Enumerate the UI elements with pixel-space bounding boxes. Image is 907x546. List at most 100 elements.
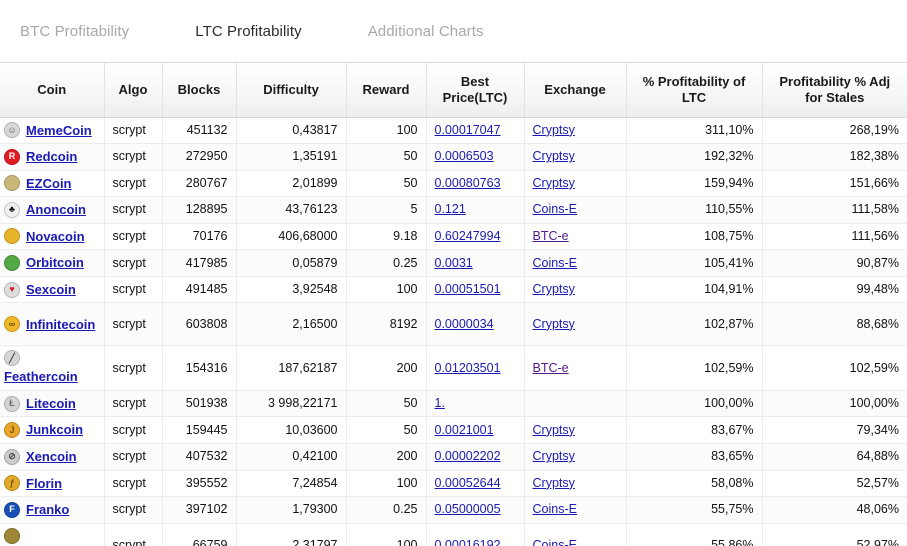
best-price-link[interactable]: 0.00080763 — [435, 176, 501, 190]
ezcoin-icon — [4, 175, 20, 192]
best-price-link[interactable]: 0.0021001 — [435, 423, 494, 437]
profitability-table: Coin Algo Blocks Difficulty Reward Best … — [0, 63, 907, 546]
coin-name-link[interactable]: Infinitecoin — [26, 316, 95, 334]
profitability-table-wrapper: Coin Algo Blocks Difficulty Reward Best … — [0, 62, 907, 546]
coin-name-link[interactable]: Feathercoin — [4, 368, 78, 386]
profitability-cell: 159,94% — [626, 170, 763, 198]
best-price-link[interactable]: 0.121 — [435, 202, 466, 216]
coin-name-link[interactable]: Florin — [26, 475, 62, 493]
coin-name-link[interactable]: Junkcoin — [26, 421, 83, 439]
column-header-reward[interactable]: Reward — [346, 63, 427, 118]
coin-name-link[interactable]: Sexcoin — [26, 281, 76, 299]
profitability-cell: 105,41% — [626, 249, 763, 277]
table-row: Novacoin scrypt 70176 406,68000 9.18 0.602479… — [0, 223, 907, 251]
best-price-link[interactable]: 0.0006503 — [435, 149, 494, 163]
best-price-link[interactable]: 1. — [435, 396, 445, 410]
best-price-link[interactable]: 0.05000005 — [435, 502, 501, 516]
column-header-profitability[interactable]: % Profitability of LTC — [626, 63, 763, 118]
column-header-exchange[interactable]: Exchange — [524, 63, 627, 118]
franko-icon: F — [4, 501, 20, 518]
coin-cell: Ł Litecoin — [0, 390, 105, 418]
best-price-link[interactable]: 0.00051501 — [435, 282, 501, 296]
column-header-coin[interactable]: Coin — [0, 63, 105, 118]
profitability-cell: 311,10% — [626, 117, 763, 145]
blocks-cell: 272950 — [162, 143, 237, 171]
exchange-link[interactable]: Coins-E — [533, 538, 577, 546]
blocks-cell: 417985 — [162, 249, 237, 277]
coin-cell: AmericanCoin — [0, 523, 105, 546]
exchange-link[interactable]: Cryptsy — [533, 317, 575, 331]
coin-name-link[interactable]: EZCoin — [26, 175, 72, 193]
tab-btc-profitability[interactable]: BTC Profitability — [18, 19, 131, 44]
coin-name-link[interactable]: Anoncoin — [26, 201, 86, 219]
exchange-link[interactable]: BTC-e — [533, 229, 569, 243]
litecoin-icon: Ł — [4, 395, 20, 412]
best-price-link[interactable]: 0.00002202 — [435, 449, 501, 463]
coin-name-link[interactable]: Xencoin — [26, 448, 77, 466]
best-price-link[interactable]: 0.00017047 — [435, 123, 501, 137]
tab-ltc-profitability[interactable]: LTC Profitability — [193, 19, 303, 44]
exchange-link[interactable]: BTC-e — [533, 361, 569, 375]
best-price-cell: 0.01203501 — [426, 345, 525, 391]
exchange-link[interactable]: Cryptsy — [533, 476, 575, 490]
exchange-link[interactable]: Coins-E — [533, 502, 577, 516]
column-header-adj-stales[interactable]: Profitability % Adj for Stales — [762, 63, 907, 118]
table-header-row: Coin Algo Blocks Difficulty Reward Best … — [0, 63, 907, 118]
coin-name-link[interactable]: MemeCoin — [26, 122, 92, 140]
profitability-cell: 55,75% — [626, 496, 763, 524]
exchange-cell: BTC-e — [524, 345, 627, 391]
table-header: Coin Algo Blocks Difficulty Reward Best … — [0, 63, 907, 118]
best-price-link[interactable]: 0.01203501 — [435, 361, 501, 375]
coin-cell: ∞ Infinitecoin — [0, 302, 105, 347]
best-price-link[interactable]: 0.0000034 — [435, 317, 494, 331]
exchange-link[interactable]: Cryptsy — [533, 123, 575, 137]
algo-cell: scrypt — [104, 143, 163, 171]
exchange-link[interactable]: Cryptsy — [533, 282, 575, 296]
exchange-link[interactable]: Cryptsy — [533, 176, 575, 190]
exchange-link[interactable]: Cryptsy — [533, 423, 575, 437]
column-header-blocks[interactable]: Blocks — [162, 63, 237, 118]
blocks-cell: 66759 — [162, 523, 237, 546]
best-price-cell: 0.00052644 — [426, 470, 525, 498]
algo-cell: scrypt — [104, 117, 163, 145]
tab-additional-charts[interactable]: Additional Charts — [366, 19, 486, 44]
best-price-cell: 0.0021001 — [426, 416, 525, 444]
coin-cell: F Franko — [0, 496, 105, 524]
exchange-link[interactable]: Cryptsy — [533, 449, 575, 463]
exchange-cell: Cryptsy — [524, 170, 627, 198]
blocks-cell: 159445 — [162, 416, 237, 444]
column-header-difficulty[interactable]: Difficulty — [236, 63, 347, 118]
blocks-cell: 395552 — [162, 470, 237, 498]
difficulty-cell: 3 998,22171 — [236, 390, 347, 418]
coin-name-link[interactable]: Franko — [26, 501, 69, 519]
difficulty-cell: 2,01899 — [236, 170, 347, 198]
exchange-link[interactable]: Coins-E — [533, 256, 577, 270]
best-price-link[interactable]: 0.0031 — [435, 256, 473, 270]
sexcoin-icon: ♥ — [4, 281, 20, 298]
table-row: AmericanCoinscrypt667592,31797100 0.00016… — [0, 523, 907, 546]
coin-name-link[interactable]: Novacoin — [26, 228, 85, 246]
coin-name-link[interactable]: Redcoin — [26, 148, 77, 166]
best-price-link[interactable]: 0.00016192 — [435, 538, 501, 546]
exchange-link[interactable]: Coins-E — [533, 202, 577, 216]
column-header-algo[interactable]: Algo — [104, 63, 163, 118]
exchange-cell: Coins-E — [524, 249, 627, 277]
reward-cell: 8192 — [346, 302, 427, 347]
exchange-cell: Cryptsy — [524, 302, 627, 347]
table-row: Orbitcoin scrypt 417985 0,05879 0.25 0.0031 Co… — [0, 249, 907, 277]
coin-cell: ⊘ Xencoin — [0, 443, 105, 471]
adj-stales-cell: 52,97% — [762, 523, 907, 546]
table-row: EZCoin scrypt 280767 2,01899 50 0.00080763 Cry… — [0, 170, 907, 198]
adj-stales-cell: 111,56% — [762, 223, 907, 251]
coin-cell: ♣ Anoncoin — [0, 196, 105, 224]
best-price-link[interactable]: 0.60247994 — [435, 229, 501, 243]
table-row: ☺ MemeCoin scrypt 451132 0,43817 100 0.0001704… — [0, 117, 907, 145]
coin-name-link[interactable]: Litecoin — [26, 395, 76, 413]
algo-cell: scrypt — [104, 443, 163, 471]
exchange-link[interactable]: Cryptsy — [533, 149, 575, 163]
coin-name-link[interactable]: Orbitcoin — [26, 254, 84, 272]
coin-cell: ƒ Florin — [0, 470, 105, 498]
difficulty-cell: 2,16500 — [236, 302, 347, 347]
column-header-best-price[interactable]: Best Price(LTC) — [426, 63, 525, 118]
best-price-link[interactable]: 0.00052644 — [435, 476, 501, 490]
